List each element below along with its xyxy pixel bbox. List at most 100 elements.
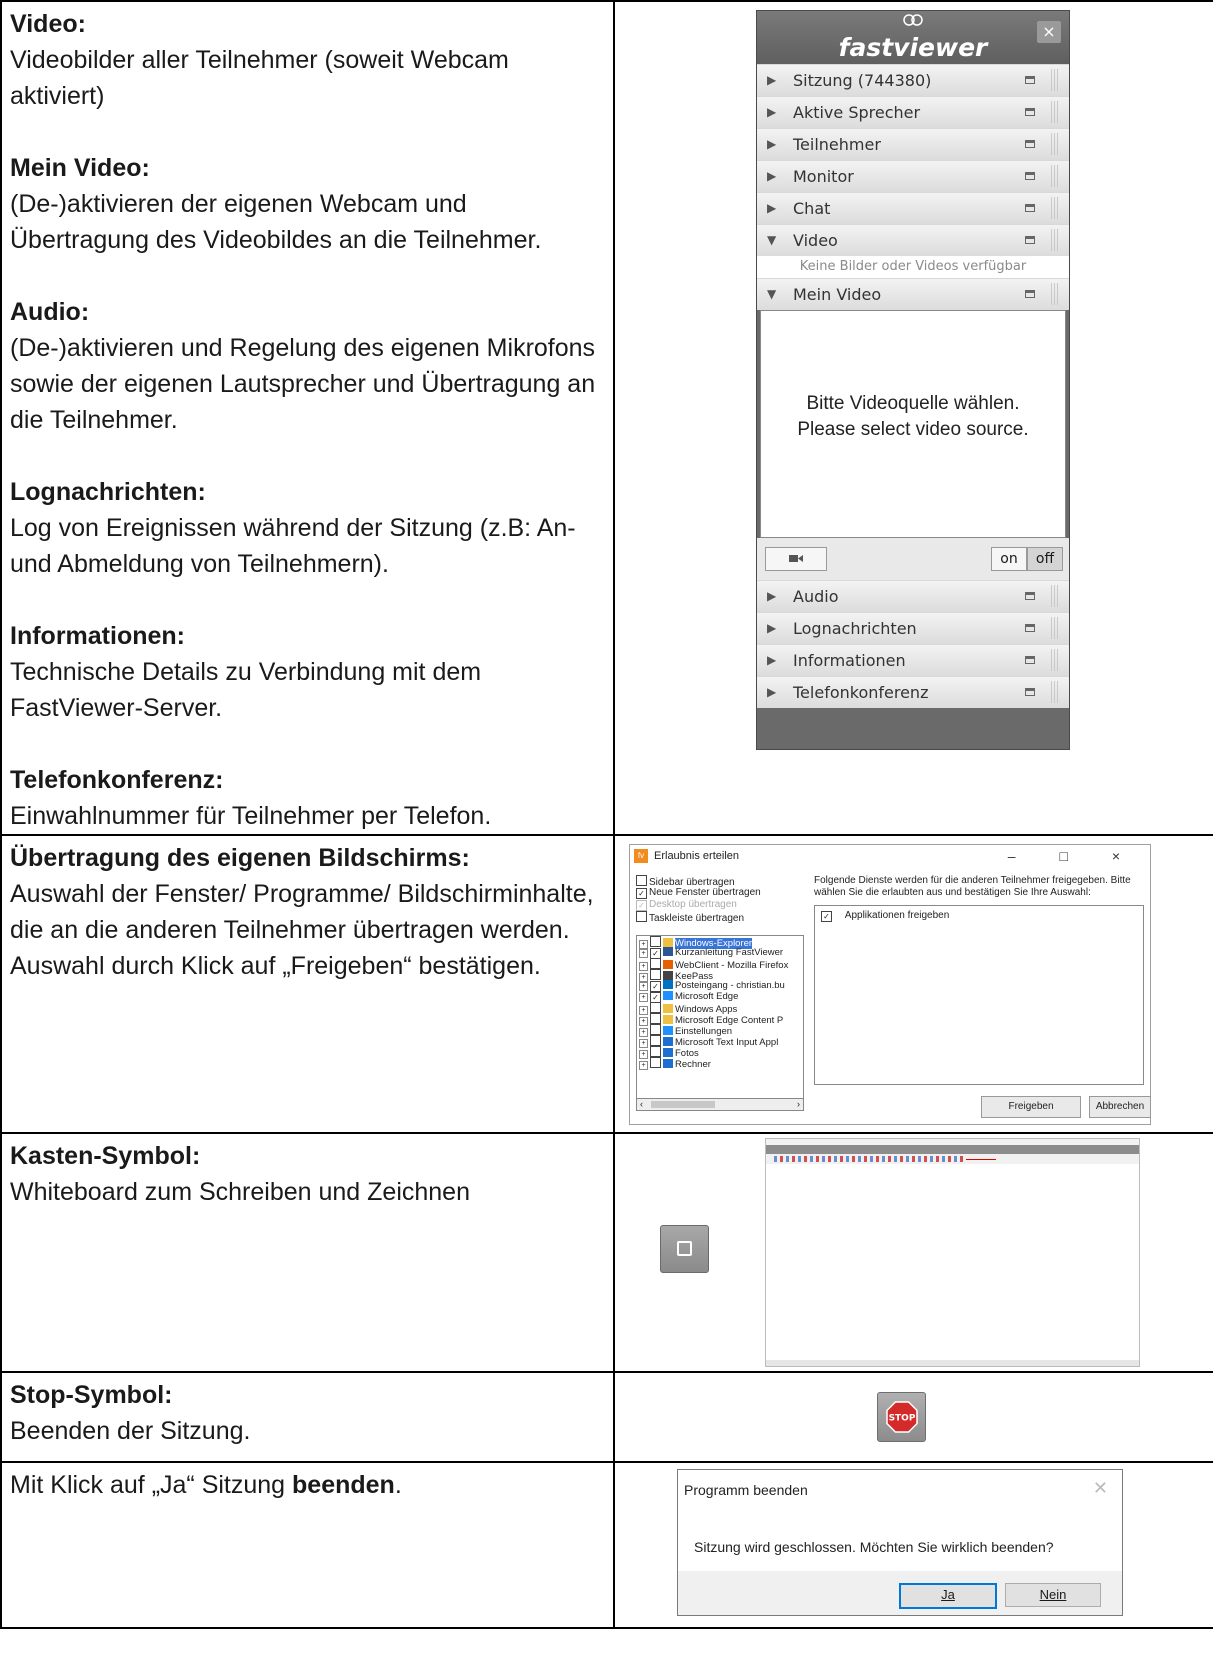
- confirm-text-bold: beenden: [292, 1471, 395, 1499]
- stop-label: STOP: [889, 1414, 916, 1424]
- row-stop: Stop-Symbol: Beenden der Sitzung. STOP: [0, 1371, 1213, 1463]
- app-icon: [663, 1015, 673, 1024]
- nein-button[interactable]: Nein: [1005, 1583, 1101, 1607]
- camera-icon: [789, 555, 803, 562]
- close-icon[interactable]: ×: [1037, 21, 1061, 43]
- tree-item[interactable]: + ✓ Kurzanleitung FastViewer: [637, 947, 803, 959]
- grip-icon[interactable]: [1051, 165, 1059, 187]
- checkbox[interactable]: ✓: [636, 888, 647, 899]
- tree-item[interactable]: + Windows-Explorer: [637, 936, 803, 949]
- checkbox[interactable]: [650, 1057, 661, 1068]
- tree-item[interactable]: + Rechner: [637, 1057, 803, 1070]
- minimize-icon[interactable]: [1025, 592, 1035, 600]
- confirm-text-pre: Mit Klick auf „Ja“ Sitzung: [10, 1471, 293, 1499]
- checkbox[interactable]: [650, 1013, 661, 1024]
- ja-button[interactable]: Ja: [899, 1583, 997, 1609]
- section-informationen[interactable]: ▶ Informationen: [757, 644, 1069, 676]
- abbrechen-button[interactable]: Abbrechen: [1089, 1096, 1151, 1118]
- minimize-icon[interactable]: [1025, 624, 1035, 632]
- checkbox[interactable]: [650, 1002, 661, 1013]
- expand-icon[interactable]: +: [639, 949, 648, 958]
- tree-item[interactable]: + ✓ Microsoft Edge: [637, 991, 803, 1003]
- option-row[interactable]: Sidebar übertragen: [636, 875, 804, 888]
- tree-item[interactable]: + Microsoft Text Input Appl: [637, 1035, 803, 1048]
- tree-item[interactable]: + ✓ Posteingang - christian.bu: [637, 980, 803, 992]
- grip-icon[interactable]: [1051, 617, 1059, 639]
- freigeben-button[interactable]: Freigeben: [981, 1096, 1081, 1118]
- section-lognachrichten[interactable]: ▶ Lognachrichten: [757, 612, 1069, 644]
- off-button[interactable]: off: [1027, 547, 1063, 571]
- whiteboard-scrollbar[interactable]: [766, 1360, 1139, 1366]
- option-label: Neue Fenster übertragen: [649, 887, 761, 898]
- checkbox[interactable]: [650, 1035, 661, 1046]
- window-controls[interactable]: – □ ×: [1008, 845, 1140, 867]
- section-telefonkonferenz[interactable]: ▶ Telefonkonferenz: [757, 676, 1069, 708]
- close-icon[interactable]: ✕: [1093, 1478, 1108, 1499]
- info-text: Technische Details zu Verbindung mit dem…: [10, 658, 482, 722]
- section-label: Informationen: [793, 651, 906, 670]
- expand-icon[interactable]: +: [639, 993, 648, 1002]
- section-video[interactable]: ▼ Video: [757, 224, 1069, 256]
- section-aktive-sprecher[interactable]: ▶ Aktive Sprecher: [757, 96, 1069, 128]
- checkbox-applikationen[interactable]: ✓: [821, 911, 832, 922]
- box-text: Whiteboard zum Schreiben und Zeichnen: [10, 1178, 470, 1206]
- grip-icon[interactable]: [1051, 133, 1059, 155]
- grip-icon[interactable]: [1051, 229, 1059, 251]
- section-chat[interactable]: ▶ Chat: [757, 192, 1069, 224]
- minimize-icon[interactable]: [1025, 688, 1035, 696]
- grip-icon[interactable]: [1051, 649, 1059, 671]
- option-row: ✓ Desktop übertragen: [636, 899, 804, 911]
- checkbox[interactable]: [636, 875, 647, 886]
- app-icon: [663, 980, 673, 989]
- section-monitor[interactable]: ▶ Monitor: [757, 160, 1069, 192]
- tree-scrollbar[interactable]: ‹ ›: [636, 1098, 804, 1111]
- grip-icon[interactable]: [1051, 585, 1059, 607]
- tree-item-label: Rechner: [675, 1059, 711, 1070]
- minimize-icon[interactable]: [1025, 656, 1035, 664]
- option-row[interactable]: ✓ Neue Fenster übertragen: [636, 887, 804, 899]
- box-heading: Kasten-Symbol:: [10, 1142, 201, 1170]
- tree-item[interactable]: + Windows Apps: [637, 1002, 803, 1015]
- stop-text: Beenden der Sitzung.: [10, 1417, 251, 1445]
- minimize-icon[interactable]: [1025, 108, 1035, 116]
- section-teilnehmer[interactable]: ▶ Teilnehmer: [757, 128, 1069, 160]
- on-button[interactable]: on: [991, 547, 1027, 571]
- grip-icon[interactable]: [1051, 69, 1059, 91]
- chevron-left-icon[interactable]: ‹: [640, 1099, 643, 1110]
- option-row[interactable]: Taskleiste übertragen: [636, 911, 804, 924]
- whiteboard-button[interactable]: [660, 1225, 709, 1273]
- checkbox[interactable]: [650, 1024, 661, 1035]
- section-sitzung-744380[interactable]: ▶ Sitzung (744380): [757, 64, 1069, 96]
- meinvideo-heading: Mein Video:: [10, 154, 150, 182]
- section-mein-video[interactable]: ▼ Mein Video: [757, 278, 1069, 310]
- minimize-icon[interactable]: [1025, 76, 1035, 84]
- checkbox[interactable]: [636, 911, 647, 922]
- checkbox[interactable]: [650, 969, 661, 980]
- tree-item[interactable]: + Microsoft Edge Content P: [637, 1013, 803, 1026]
- grip-icon[interactable]: [1051, 101, 1059, 123]
- stop-button[interactable]: STOP: [877, 1392, 926, 1442]
- expand-icon[interactable]: +: [639, 1061, 648, 1070]
- section-label: Sitzung (744380): [793, 71, 932, 90]
- minimize-icon[interactable]: [1025, 140, 1035, 148]
- checkbox[interactable]: [650, 936, 661, 947]
- camera-button[interactable]: [765, 547, 827, 571]
- grip-icon[interactable]: [1051, 283, 1059, 305]
- grip-icon[interactable]: [1051, 197, 1059, 219]
- toolbar-icons[interactable]: [774, 1156, 964, 1162]
- minimize-icon[interactable]: [1025, 172, 1035, 180]
- minimize-icon[interactable]: [1025, 236, 1035, 244]
- section-label: Aktive Sprecher: [793, 103, 921, 122]
- grip-icon[interactable]: [1051, 681, 1059, 703]
- minimize-icon[interactable]: [1025, 204, 1035, 212]
- chevron-right-icon: ▶: [767, 685, 777, 699]
- checkbox[interactable]: [650, 1046, 661, 1057]
- app-icon: fv: [634, 849, 648, 863]
- checkbox[interactable]: [650, 958, 661, 969]
- expand-icon[interactable]: +: [639, 982, 648, 991]
- chevron-right-icon[interactable]: ›: [797, 1099, 800, 1110]
- tree-item[interactable]: + WebClient - Mozilla Firefox: [637, 958, 803, 971]
- minimize-icon[interactable]: [1025, 290, 1035, 298]
- video-controls: on off: [757, 538, 1069, 580]
- section-audio[interactable]: ▶ Audio: [757, 580, 1069, 612]
